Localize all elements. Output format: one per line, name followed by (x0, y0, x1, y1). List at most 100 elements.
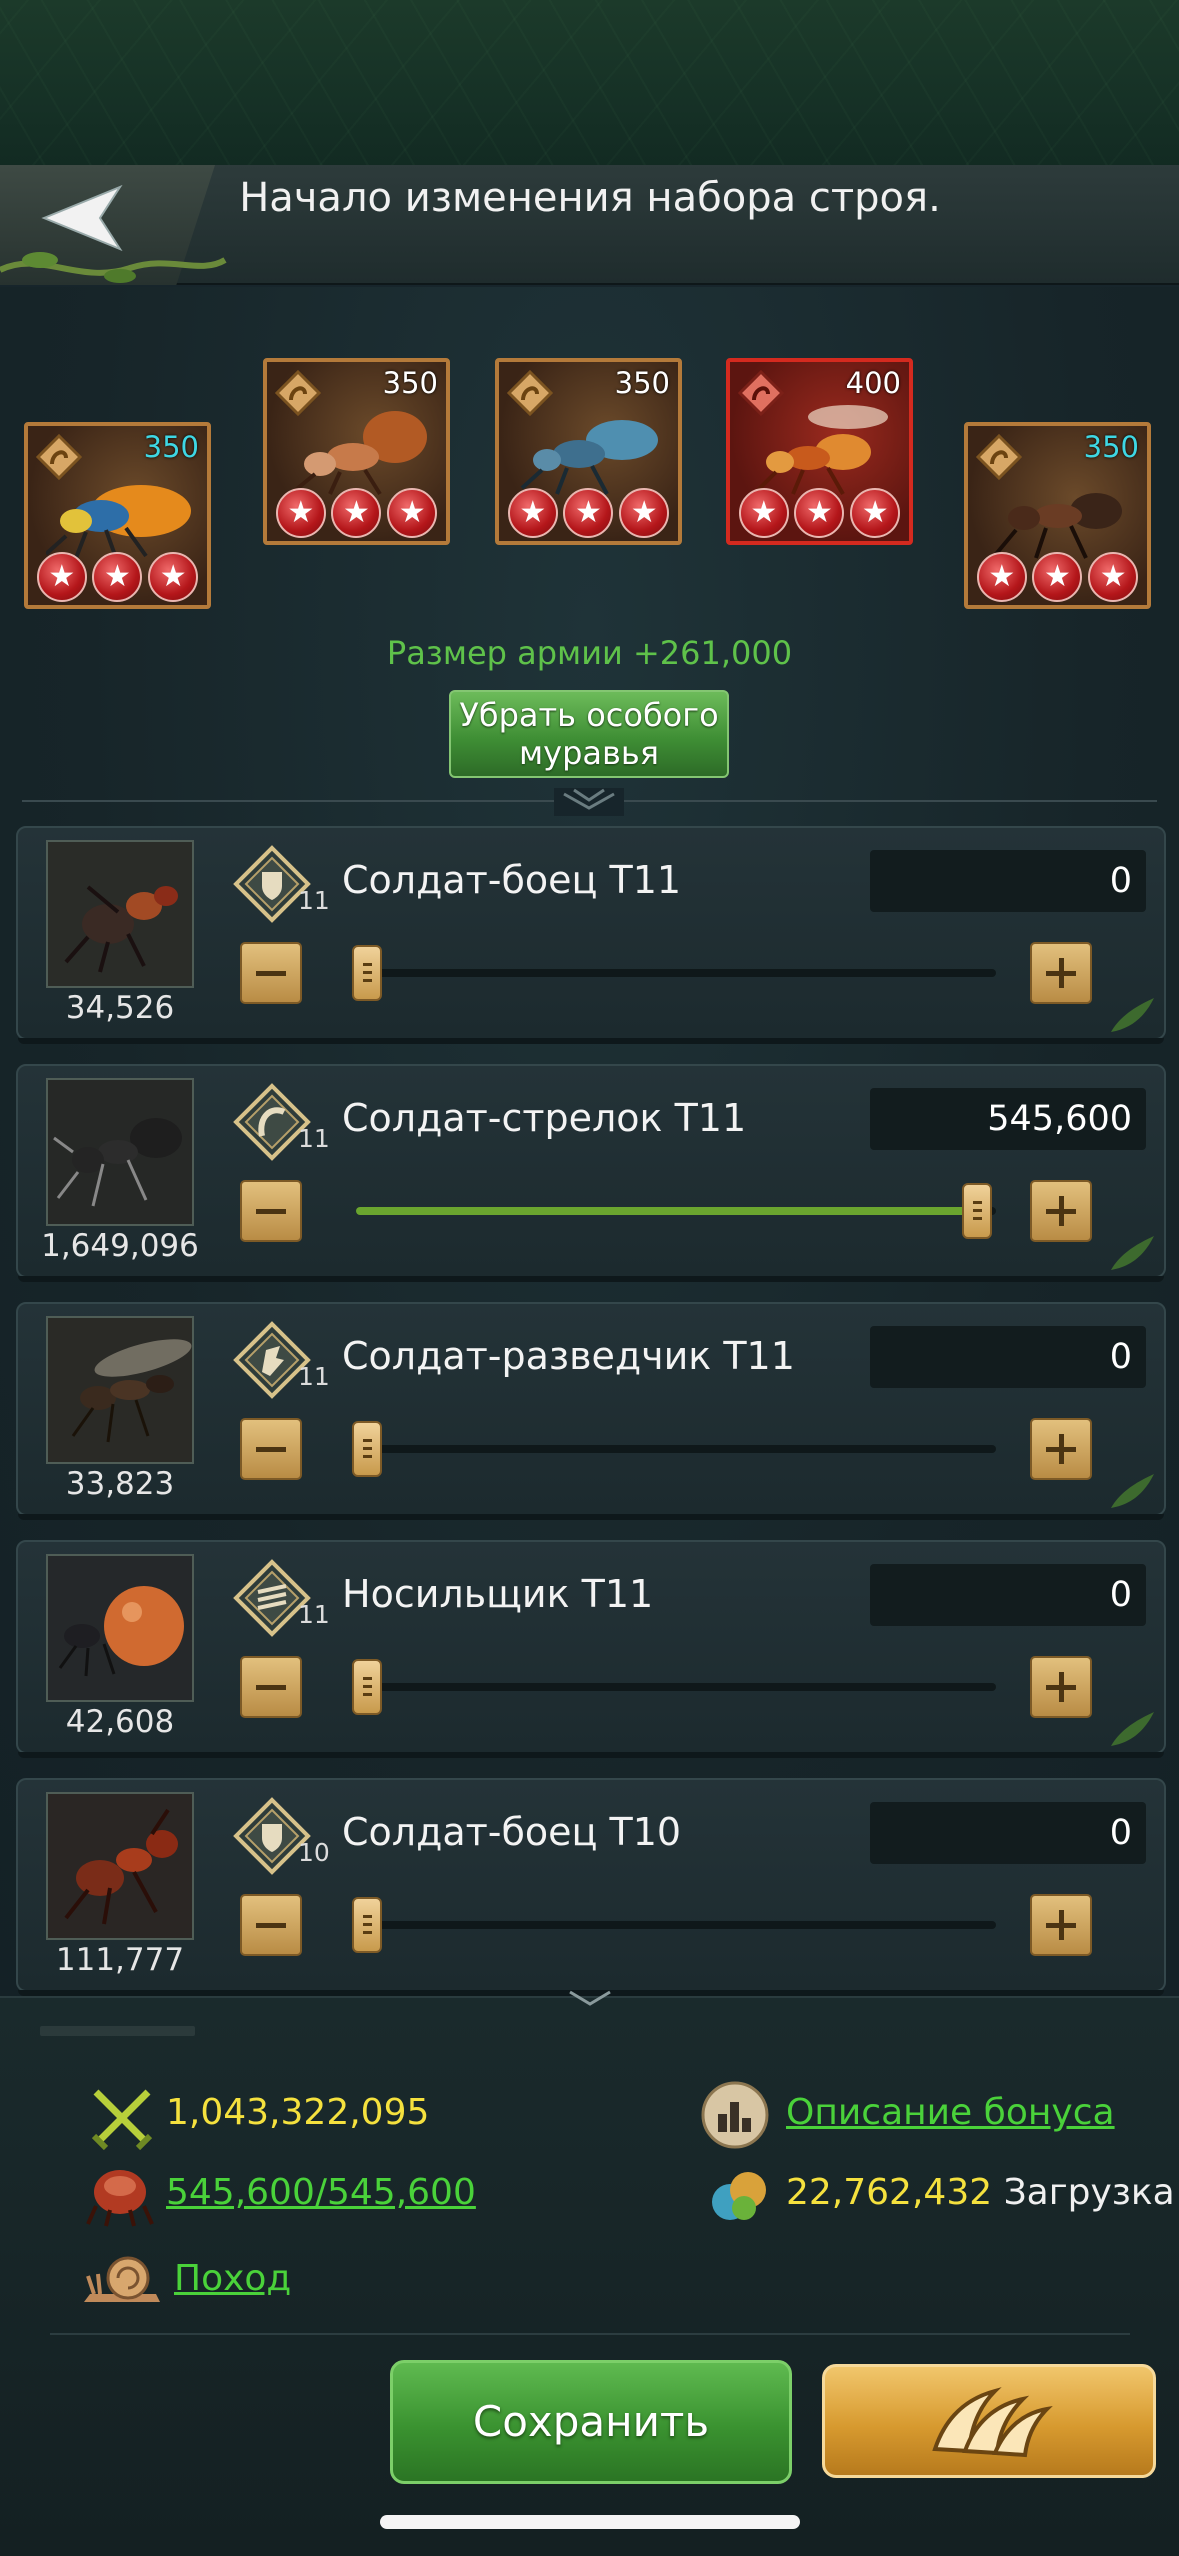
decrease-button[interactable] (240, 942, 302, 1004)
unit-owned-count: 1,649,096 (41, 1228, 199, 1264)
bonus-description-link[interactable]: Описание бонуса (786, 2092, 1115, 2133)
crossed-swords-icon (91, 2089, 153, 2150)
star-rating: ★ ★ ★ (267, 485, 446, 541)
archer-ant-icon (48, 1080, 192, 1224)
load-value: 22,762,432 Загрузка (786, 2172, 1175, 2213)
star-icon: ★ (619, 488, 670, 538)
vine-decoration-icon (0, 252, 227, 283)
quantity-input[interactable]: 545,600 (870, 1088, 1146, 1150)
quantity-input[interactable]: 0 (870, 850, 1146, 912)
star-rating: ★ ★ ★ (499, 485, 678, 541)
star-icon: ★ (148, 552, 199, 602)
unit-owned-count: 42,608 (65, 1704, 175, 1740)
scout-ant-icon (48, 1318, 192, 1462)
quick-select-button[interactable] (822, 2364, 1156, 2478)
quantity-input[interactable]: 0 (870, 1802, 1146, 1864)
quantity-slider[interactable] (352, 945, 996, 1001)
unit-row-1: 34,526 11 Солдат-боец T11 0 (16, 826, 1166, 1044)
unit-name: Солдат-боец T10 (342, 1810, 682, 1854)
special-ant-card-5[interactable]: 350 ★ ★ ★ (964, 422, 1151, 609)
ant-level: 350 (382, 366, 438, 400)
star-rating: ★ ★ ★ (28, 549, 207, 605)
unit-thumbnail (46, 1316, 194, 1464)
quantity-slider[interactable] (352, 1897, 996, 1953)
unit-thumbnail (46, 1078, 194, 1226)
soldier-ant-icon (48, 1794, 192, 1938)
decrease-button[interactable] (240, 1656, 302, 1718)
increase-button[interactable] (1030, 942, 1092, 1004)
troops-ant-icon (86, 2170, 154, 2227)
star-icon: ★ (976, 552, 1027, 602)
star-icon: ★ (1088, 552, 1139, 602)
slider-handle[interactable] (352, 1897, 382, 1953)
decrease-button[interactable] (240, 1180, 302, 1242)
unit-thumbnail (46, 840, 194, 988)
quantity-input[interactable]: 0 (870, 1564, 1146, 1626)
increase-button[interactable] (1030, 1418, 1092, 1480)
star-rating: ★ ★ ★ (730, 485, 909, 541)
save-button[interactable]: Сохранить (390, 2360, 792, 2484)
unit-tier: 11 (298, 886, 330, 915)
unit-owned-count: 34,526 (65, 990, 175, 1026)
total-power: 1,043,322,095 (166, 2092, 430, 2133)
special-ant-card-1[interactable]: 350 ★ ★ ★ (24, 422, 211, 609)
unit-owned-count: 33,823 (65, 1466, 175, 1502)
special-ant-card-2[interactable]: 350 ★ ★ ★ (263, 358, 450, 545)
load-number: 22,762,432 (786, 2172, 993, 2213)
star-icon: ★ (275, 488, 326, 538)
increase-button[interactable] (1030, 1656, 1092, 1718)
leaf-decoration-icon (1111, 1474, 1154, 1508)
carrier-ant-icon (48, 1556, 192, 1700)
decrease-button[interactable] (240, 1418, 302, 1480)
snail-march-icon (84, 2256, 160, 2302)
increase-button[interactable] (1030, 1894, 1092, 1956)
star-icon: ★ (507, 488, 558, 538)
slider-handle[interactable] (352, 945, 382, 1001)
page-title: Начало изменения набора строя. (239, 175, 941, 221)
star-rating: ★ ★ ★ (968, 549, 1147, 605)
unit-row-4: 42,608 11 Носильщик T11 0 (16, 1540, 1166, 1758)
slider-handle[interactable] (352, 1421, 382, 1477)
unit-row-5: 111,777 10 Солдат-боец T10 0 (16, 1778, 1166, 1996)
quantity-input[interactable]: 0 (870, 1326, 1146, 1388)
increase-button[interactable] (1030, 1180, 1092, 1242)
army-size-label: Размер армии +261,000 (386, 634, 793, 672)
troops-count[interactable]: 545,600/545,600 (166, 2172, 476, 2213)
star-icon: ★ (563, 488, 614, 538)
slider-fill (356, 1207, 981, 1215)
special-ant-card-3[interactable]: 350 ★ ★ ★ (495, 358, 682, 545)
remove-special-ant-button[interactable]: Убрать особого муравья (449, 690, 729, 778)
leaf-decoration-icon (1111, 998, 1154, 1032)
star-icon: ★ (738, 488, 789, 538)
unit-row-3: 33,823 11 Солдат-разведчик T11 0 (16, 1302, 1166, 1520)
load-label: Загрузка (1003, 2172, 1175, 2213)
star-icon: ★ (92, 552, 143, 602)
scroll-down-ornament-icon (569, 1990, 611, 2006)
ant-level: 350 (143, 430, 199, 464)
ant-level: 350 (1083, 430, 1139, 464)
quantity-slider[interactable] (352, 1421, 996, 1477)
claw-icon (932, 2387, 1053, 2458)
slider-handle[interactable] (962, 1183, 992, 1239)
star-icon: ★ (850, 488, 901, 538)
slider-handle[interactable] (352, 1659, 382, 1715)
ant-portrait-icon (994, 493, 1122, 559)
march-link[interactable]: Поход (174, 2258, 291, 2299)
ant-portrait-icon (291, 411, 427, 496)
soldier-ant-icon (48, 842, 192, 986)
unit-name: Солдат-боец T11 (342, 858, 682, 902)
ant-portrait-icon (754, 405, 888, 495)
star-icon: ★ (794, 488, 845, 538)
leaf-decoration-icon (1111, 1712, 1154, 1746)
next-row-peek (40, 2026, 195, 2036)
unit-thumbnail (46, 1792, 194, 1940)
unit-thumbnail (46, 1554, 194, 1702)
special-ant-card-4[interactable]: 400 ★ ★ ★ (726, 358, 913, 545)
top-background (0, 0, 1179, 170)
quantity-slider[interactable] (352, 1659, 996, 1715)
unit-name: Носильщик T11 (342, 1572, 654, 1616)
home-indicator[interactable] (380, 2515, 800, 2529)
quantity-slider[interactable] (356, 1183, 996, 1239)
decrease-button[interactable] (240, 1894, 302, 1956)
bonus-chart-icon (701, 2081, 769, 2149)
